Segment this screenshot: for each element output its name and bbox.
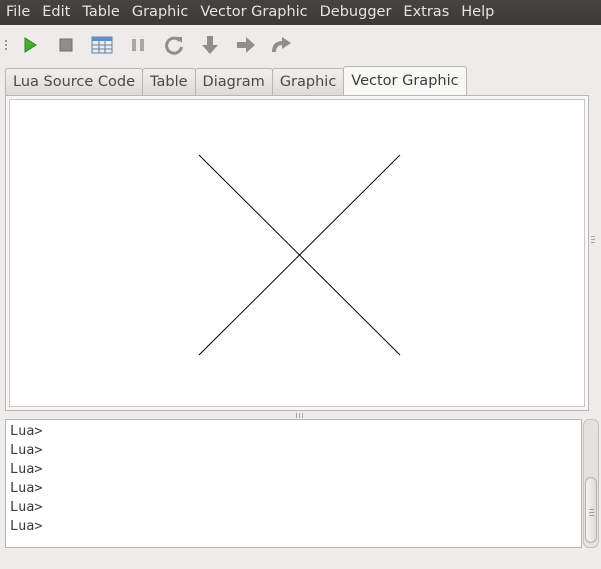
table-button[interactable] — [84, 27, 120, 63]
menu-help[interactable]: Help — [455, 0, 500, 25]
menu-extras[interactable]: Extras — [397, 0, 455, 25]
console-line: Lua> — [10, 480, 43, 496]
menu-edit[interactable]: Edit — [36, 0, 76, 25]
menu-debugger[interactable]: Debugger — [314, 0, 398, 25]
run-icon — [24, 37, 37, 53]
step-over-button[interactable] — [228, 27, 264, 63]
scrollbar-grip — [589, 509, 594, 518]
tab-lua-source-code[interactable]: Lua Source Code — [5, 68, 144, 95]
console-scrollbar[interactable] — [583, 419, 599, 548]
tab-table[interactable]: Table — [142, 68, 196, 95]
menu-bar: File Edit Table Graphic Vector Graphic D… — [0, 0, 601, 25]
tab-vector-graphic[interactable]: Vector Graphic — [343, 66, 467, 95]
console-line: Lua> — [10, 518, 43, 534]
menu-table[interactable]: Table — [76, 0, 126, 25]
lua-console[interactable]: Lua> Lua> Lua> Lua> Lua> Lua> — [5, 419, 582, 548]
restart-icon — [165, 36, 183, 55]
stop-icon — [59, 38, 73, 52]
step-into-icon — [202, 36, 218, 54]
menu-file[interactable]: File — [0, 0, 36, 25]
console-line: Lua> — [10, 461, 43, 477]
step-over-icon — [237, 37, 255, 53]
table-icon — [91, 36, 113, 54]
step-out-icon — [272, 37, 291, 53]
cross-drawing — [198, 154, 401, 356]
console-scrollbar-thumb[interactable] — [585, 477, 597, 543]
tab-bar: Lua Source Code Table Diagram Graphic Ve… — [5, 66, 467, 95]
splitter-handle[interactable] — [296, 413, 304, 418]
pause-icon — [132, 39, 144, 51]
tab-graphic[interactable]: Graphic — [271, 68, 345, 95]
toolbar — [0, 26, 601, 64]
console-line: Lua> — [10, 499, 43, 515]
menu-vector-graphic[interactable]: Vector Graphic — [194, 0, 313, 25]
pause-button[interactable] — [120, 27, 156, 63]
step-out-button[interactable] — [264, 27, 300, 63]
vector-graphic-canvas[interactable] — [9, 99, 585, 407]
menu-graphic[interactable]: Graphic — [126, 0, 194, 25]
tab-diagram[interactable]: Diagram — [194, 68, 273, 95]
console-line: Lua> — [10, 442, 43, 458]
vector-graphic-panel — [5, 95, 589, 411]
panel-resize-grip[interactable] — [591, 236, 595, 244]
toolbar-grip[interactable] — [0, 35, 12, 55]
stop-button[interactable] — [48, 27, 84, 63]
status-bar — [0, 548, 601, 569]
console-line: Lua> — [10, 423, 43, 439]
restart-button[interactable] — [156, 27, 192, 63]
step-into-button[interactable] — [192, 27, 228, 63]
run-button[interactable] — [12, 27, 48, 63]
